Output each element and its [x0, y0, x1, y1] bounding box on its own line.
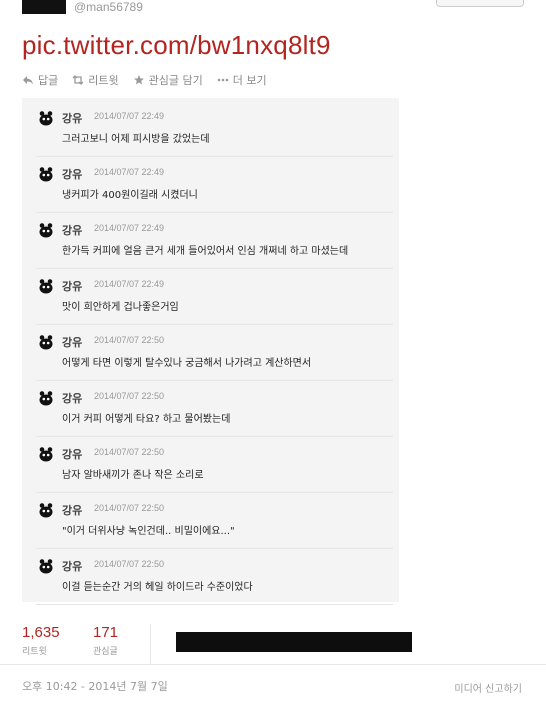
- favorite-action[interactable]: 관심글 담기: [133, 72, 203, 88]
- retweet-count-label: 리트윗: [22, 647, 47, 657]
- chat-timestamp: 2014/07/07 22:49: [94, 167, 165, 177]
- chat-message-text: 그러고보니 어제 피시방을 갔었는데: [62, 134, 210, 145]
- tweet-actions: 답글 리트윗 관심글 담기 더 보기: [22, 72, 267, 88]
- chat-message: 강유 2014/07/07 22:50 이거 커피 어떻게 타요? 하고 물어봤는데: [36, 380, 393, 437]
- bug-avatar-icon: [39, 279, 53, 294]
- follow-button[interactable]: [436, 0, 524, 7]
- favorite-count[interactable]: 171 관심글: [93, 624, 118, 657]
- bug-avatar-icon: [39, 335, 53, 350]
- chat-timestamp: 2014/07/07 22:50: [94, 447, 165, 457]
- chat-message-text: 남자 알바새끼가 존나 작은 소리로: [62, 470, 204, 481]
- retweet-count[interactable]: 1,635 리트윗: [22, 624, 60, 657]
- bug-avatar-icon: [39, 111, 53, 126]
- chat-message: 강유 2014/07/07 22:50 어떻게 타면 이렇게 탈수있나 궁금해서 나…: [36, 324, 393, 381]
- chat-message-text: 이걸 듣는순간 거의 헤일 하이드라 수준이었다: [62, 582, 253, 593]
- retweet-icon: [72, 75, 84, 85]
- bug-avatar-icon: [39, 447, 53, 462]
- bug-avatar-icon: [39, 391, 53, 406]
- reply-label: 답글: [38, 74, 59, 87]
- chat-message-text: 냉커피가 400원이길래 시켰더니: [62, 190, 198, 201]
- chat-timestamp: 2014/07/07 22:50: [94, 391, 165, 401]
- chat-timestamp: 2014/07/07 22:49: [94, 223, 165, 233]
- chat-message: 강유 2014/07/07 22:49 냉커피가 400원이길래 시켰더니: [36, 156, 393, 213]
- chat-sender-name: 강유: [62, 336, 83, 349]
- chat-message-text: 맛이 희안하게 겁나좋은거임: [62, 302, 179, 313]
- star-icon: [133, 75, 144, 85]
- chat-sender-name: 강유: [62, 224, 83, 237]
- chat-message-text: 한가득 커피에 얼음 큰거 세개 들어있어서 인심 개쩌네 하고 마셨는데: [62, 246, 349, 257]
- chat-sender-name: 강유: [62, 392, 83, 405]
- reply-action[interactable]: 답글: [22, 72, 58, 88]
- favorite-label: 관심글 담기: [148, 74, 203, 87]
- chat-message: 강유 2014/07/07 22:49 그러고보니 어제 피시방을 갔었는데: [36, 100, 393, 157]
- chat-sender-name: 강유: [62, 504, 83, 517]
- chat-message-text: "이거 더위사냥 녹인건데.. 비밀이에요...": [62, 526, 235, 537]
- chat-message-text: 이거 커피 어떻게 타요? 하고 물어봤는데: [62, 414, 231, 425]
- chat-timestamp: 2014/07/07 22:50: [94, 335, 165, 345]
- chat-timestamp: 2014/07/07 22:50: [94, 503, 165, 513]
- chat-timestamp: 2014/07/07 22:49: [94, 279, 165, 289]
- chat-message: 강유 2014/07/07 22:49 맛이 희안하게 겁나좋은거임: [36, 268, 393, 325]
- report-media-link[interactable]: 미디어 신고하기: [454, 680, 522, 695]
- redacted-favoriter-avatars: [176, 632, 412, 652]
- chat-message: 강유 2014/07/07 22:49 한가득 커피에 얼음 큰거 세개 들어있어서…: [36, 212, 393, 269]
- chat-message-text: 어떻게 타면 이렇게 탈수있나 궁금해서 나가려고 계산하면서: [62, 358, 312, 369]
- more-action[interactable]: 더 보기: [217, 72, 267, 88]
- retweet-action[interactable]: 리트윗: [72, 72, 119, 88]
- more-label: 더 보기: [232, 74, 267, 87]
- chat-screenshot: 강유 2014/07/07 22:49 그러고보니 어제 피시방을 갔었는데 강유 20…: [22, 98, 399, 605]
- bug-avatar-icon: [39, 223, 53, 238]
- chat-sender-name: 강유: [62, 280, 83, 293]
- retweet-label: 리트윗: [88, 74, 119, 87]
- chat-message: 강유 2014/07/07 22:50 남자 알바새끼가 존나 작은 소리로: [36, 436, 393, 493]
- reply-icon: [23, 76, 33, 85]
- more-dots-icon: [217, 78, 229, 82]
- chat-message: 강유 2014/07/07 22:50 이걸 듣는순간 거의 헤일 하이드라 수준이…: [36, 548, 393, 605]
- stats-divider: [150, 624, 151, 664]
- bug-avatar-icon: [39, 559, 53, 574]
- chat-message: 강유 2014/07/07 22:50 "이거 더위사냥 녹인건데.. 비밀이에요.…: [36, 492, 393, 549]
- stats-rule: [0, 664, 546, 665]
- chat-timestamp: 2014/07/07 22:50: [94, 559, 165, 569]
- redacted-avatar: [22, 0, 66, 14]
- bug-avatar-icon: [39, 503, 53, 518]
- chat-sender-name: 강유: [62, 448, 83, 461]
- tweet-timestamp: 오후 10:42 - 2014년 7월 7일: [22, 680, 168, 693]
- chat-sender-name: 강유: [62, 168, 83, 181]
- favorite-count-value: 171: [93, 624, 119, 641]
- chat-timestamp: 2014/07/07 22:49: [94, 111, 165, 121]
- chat-sender-name: 강유: [62, 560, 83, 573]
- user-handle[interactable]: @man56789: [74, 0, 143, 14]
- favorite-count-label: 관심글: [93, 647, 118, 657]
- retweet-count-value: 1,635: [22, 624, 60, 641]
- chat-sender-name: 강유: [62, 112, 83, 125]
- tweet-media-link[interactable]: pic.twitter.com/bw1nxq8lt9: [22, 30, 331, 61]
- bug-avatar-icon: [39, 167, 53, 182]
